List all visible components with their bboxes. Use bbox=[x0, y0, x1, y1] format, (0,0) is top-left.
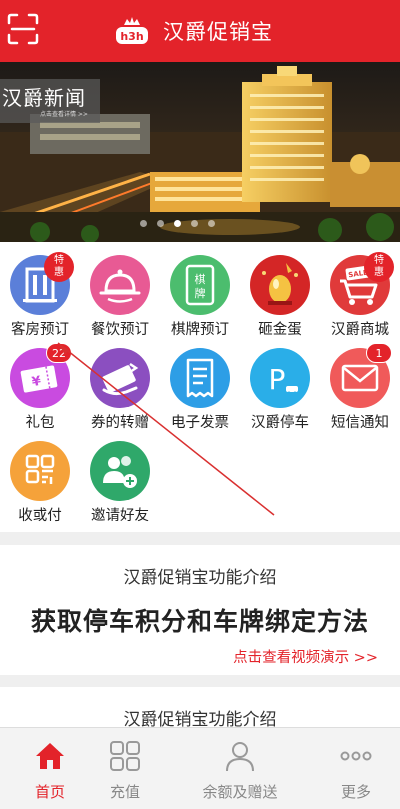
promo-headline: 获取停车积分和车牌绑定方法 bbox=[30, 607, 369, 636]
app-header: h3h 汉爵促销宝 bbox=[0, 0, 400, 62]
golden-egg-icon bbox=[250, 255, 310, 315]
tab-recharge[interactable]: 充值 bbox=[75, 728, 175, 809]
grid-item-golden-egg[interactable]: 砸金蛋 bbox=[240, 242, 320, 338]
parking-icon: P bbox=[250, 348, 310, 408]
carousel-dots bbox=[140, 220, 215, 227]
chess-card-text: 棋 bbox=[195, 272, 206, 286]
carousel-dot[interactable] bbox=[140, 220, 147, 227]
grid-item-label: 电子发票 bbox=[171, 415, 229, 431]
news-banner[interactable]: 汉爵新闻 点击查看详情 >> bbox=[0, 62, 400, 242]
grid-item-label: 收或付 bbox=[18, 508, 62, 524]
notification-badge: 1 bbox=[366, 343, 392, 363]
coupon-transfer-icon bbox=[90, 348, 150, 408]
grid-item-gift-pack[interactable]: ¥ 22 礼包 bbox=[0, 335, 80, 431]
function-grid: 特惠 客房预订 餐饮预订 棋 牌 棋牌预订 砸金蛋 SALE 特 惠 汉爵商城 … bbox=[0, 242, 400, 532]
grid-item-label: 邀请好友 bbox=[91, 508, 149, 524]
tab-label: 充值 bbox=[109, 783, 140, 801]
bottom-tab-bar: 首页 充值 余额及赠送 更多 bbox=[0, 727, 400, 809]
grid-item-parking[interactable]: P 汉爵停车 bbox=[240, 335, 320, 431]
grid-item-mall[interactable]: SALE 特惠 汉爵商城 bbox=[320, 242, 400, 338]
carousel-dot[interactable] bbox=[157, 220, 164, 227]
grid-item-e-invoice[interactable]: 电子发票 bbox=[160, 335, 240, 431]
grid-apps-icon bbox=[109, 740, 141, 772]
grid-item-label: 短信通知 bbox=[331, 415, 389, 431]
news-tag[interactable]: 汉爵新闻 点击查看详情 >> bbox=[0, 79, 100, 123]
invoice-icon bbox=[170, 348, 230, 408]
chess-card-text: 牌 bbox=[195, 286, 206, 300]
food-cloche-icon bbox=[90, 255, 150, 315]
promo-card[interactable]: 汉爵促销宝功能介绍 获取停车积分和车牌绑定方法 点击查看视频演示 >> bbox=[0, 545, 400, 675]
tab-balance[interactable]: 余额及赠送 bbox=[190, 728, 290, 809]
tab-more[interactable]: 更多 bbox=[306, 728, 400, 809]
more-dots-icon bbox=[340, 740, 372, 772]
grid-item-sms-notice[interactable]: 1 短信通知 bbox=[320, 335, 400, 431]
watch-video-link[interactable]: 点击查看视频演示 >> bbox=[233, 646, 378, 667]
home-icon bbox=[34, 740, 66, 772]
user-icon bbox=[224, 740, 256, 772]
scan-icon[interactable] bbox=[7, 13, 39, 45]
news-subtitle: 点击查看详情 >> bbox=[40, 111, 88, 118]
carousel-dot[interactable] bbox=[191, 220, 198, 227]
promo-section-title: 汉爵促销宝功能介绍 bbox=[123, 568, 277, 588]
brand: h3h 汉爵促销宝 bbox=[115, 14, 273, 48]
tab-label: 余额及赠送 bbox=[202, 783, 278, 801]
qr-pay-icon bbox=[10, 441, 70, 501]
notification-badge: 22 bbox=[46, 343, 72, 363]
app-title: 汉爵促销宝 bbox=[163, 20, 273, 44]
news-title: 汉爵新闻 bbox=[2, 86, 86, 110]
discount-badge: 特惠 bbox=[364, 252, 394, 282]
grid-item-label: 汉爵停车 bbox=[251, 415, 309, 431]
grid-item-coupon-transfer[interactable]: 券的转赠 bbox=[80, 335, 160, 431]
grid-item-pay-receive[interactable]: 收或付 bbox=[0, 428, 80, 524]
invite-friends-icon bbox=[90, 441, 150, 501]
grid-item-invite-friends[interactable]: 邀请好友 bbox=[80, 428, 160, 524]
carousel-dot-active[interactable] bbox=[174, 220, 181, 227]
tab-label: 更多 bbox=[340, 783, 371, 801]
brand-logo-icon: h3h bbox=[115, 16, 149, 46]
grid-item-chess-booking[interactable]: 棋 牌 棋牌预订 bbox=[160, 242, 240, 338]
grid-item-dining-booking[interactable]: 餐饮预订 bbox=[80, 242, 160, 338]
parking-letter: P bbox=[269, 363, 286, 396]
discount-badge: 特惠 bbox=[44, 252, 74, 282]
grid-item-room-booking[interactable]: 特惠 客房预订 bbox=[0, 242, 80, 338]
carousel-dot[interactable] bbox=[208, 220, 215, 227]
brand-logo-text: h3h bbox=[120, 30, 143, 43]
chess-card-icon: 棋 牌 bbox=[170, 255, 230, 315]
